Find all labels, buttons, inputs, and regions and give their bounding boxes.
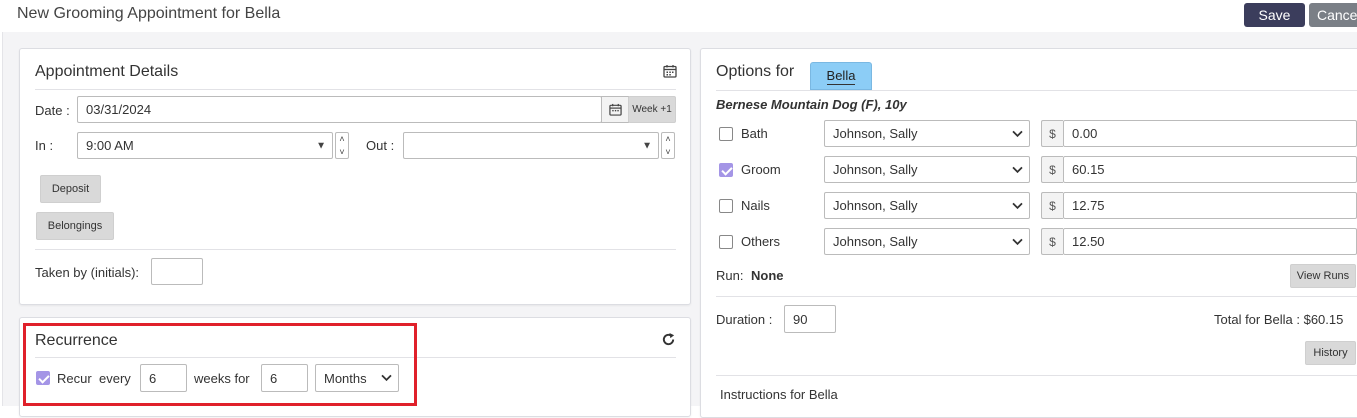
service-nails-label: Nails [741,198,770,213]
service-groom-checkbox[interactable] [719,163,733,177]
divider [35,89,676,90]
service-others-label: Others [741,234,781,249]
duration-label: Duration : [716,312,773,327]
in-time-value: 9:00 AM [86,138,134,153]
belongings-button[interactable]: Belongings [36,212,114,240]
out-label: Out : [366,138,395,153]
run-label: Run: [716,268,744,283]
chevron-down-icon [1012,202,1023,209]
cancel-button[interactable]: Cancel [1309,3,1357,27]
history-button[interactable]: History [1305,341,1356,365]
run-value: None [751,268,784,283]
service-nails-staff-value: Johnson, Sally [833,198,918,213]
out-time-select[interactable]: ▼ [403,132,659,159]
page-title: New Grooming Appointment for Bella [17,5,281,22]
pet-breed-info: Bernese Mountain Dog (F), 10y [716,97,907,112]
pet-tab-bella[interactable]: Bella [810,62,872,90]
total-for-pet: Total for Bella : $60.15 [1214,312,1344,327]
divider [716,90,1357,91]
service-groom-staff-value: Johnson, Sally [833,162,918,177]
view-runs-button[interactable]: View Runs [1290,264,1356,288]
service-nails-checkbox[interactable] [719,199,733,213]
calendar-icon[interactable] [663,64,677,78]
out-time-stepper[interactable]: ˄ ˅ [661,132,675,159]
instructions-label: Instructions for Bella [720,387,838,402]
calendar-icon [609,103,622,116]
service-groom-price-input[interactable] [1063,156,1357,183]
service-groom-staff-select[interactable]: Johnson, Sally [824,156,1030,183]
currency-symbol: $ [1041,120,1063,147]
chevron-up-icon[interactable]: ˄ [336,133,348,146]
caret-down-icon: ▼ [316,140,326,151]
deposit-button[interactable]: Deposit [40,175,101,203]
service-nails-staff-select[interactable]: Johnson, Sally [824,192,1030,219]
appointment-details-title: Appointment Details [35,63,179,80]
date-picker-button[interactable] [601,96,629,123]
service-bath-checkbox[interactable] [719,127,733,141]
chevron-down-icon [1012,130,1023,137]
chevron-down-icon[interactable]: ˅ [336,146,348,159]
options-title: Options for [716,63,795,80]
in-label: In : [35,138,54,153]
service-others-checkbox[interactable] [719,235,733,249]
divider [716,296,1357,297]
service-bath-staff-select[interactable]: Johnson, Sally [824,120,1030,147]
save-button[interactable]: Save [1244,3,1305,27]
in-time-stepper[interactable]: ˄ ˅ [335,132,349,159]
week-plus-one-button[interactable]: Week +1 [628,96,676,123]
currency-symbol: $ [1041,156,1063,183]
service-others-staff-select[interactable]: Johnson, Sally [824,228,1030,255]
service-others-staff-value: Johnson, Sally [833,234,918,249]
caret-down-icon: ▼ [642,140,652,151]
recurrence-highlight-box [23,323,417,406]
chevron-down-icon [1012,238,1023,245]
divider [716,375,1357,376]
taken-by-input[interactable] [151,258,203,285]
taken-by-label: Taken by (initials): [35,265,140,280]
pet-tab-label: Bella [826,67,856,85]
date-input[interactable] [77,96,602,123]
refresh-icon[interactable] [661,332,676,347]
chevron-down-icon [1012,166,1023,173]
currency-symbol: $ [1041,228,1063,255]
service-bath-label: Bath [741,126,768,141]
service-bath-price-input[interactable] [1063,120,1357,147]
currency-symbol: $ [1041,192,1063,219]
service-bath-staff-value: Johnson, Sally [833,126,918,141]
in-time-select[interactable]: 9:00 AM ▼ [77,132,333,159]
duration-input[interactable] [784,305,836,333]
service-nails-price-input[interactable] [1063,192,1357,219]
divider [35,249,676,250]
chevron-down-icon[interactable]: ˅ [662,146,674,159]
chevron-up-icon[interactable]: ˄ [662,133,674,146]
service-groom-label: Groom [741,162,781,177]
service-others-price-input[interactable] [1063,228,1357,255]
date-label: Date : [35,103,70,118]
top-bar: New Grooming Appointment for Bella Save … [0,0,1357,32]
